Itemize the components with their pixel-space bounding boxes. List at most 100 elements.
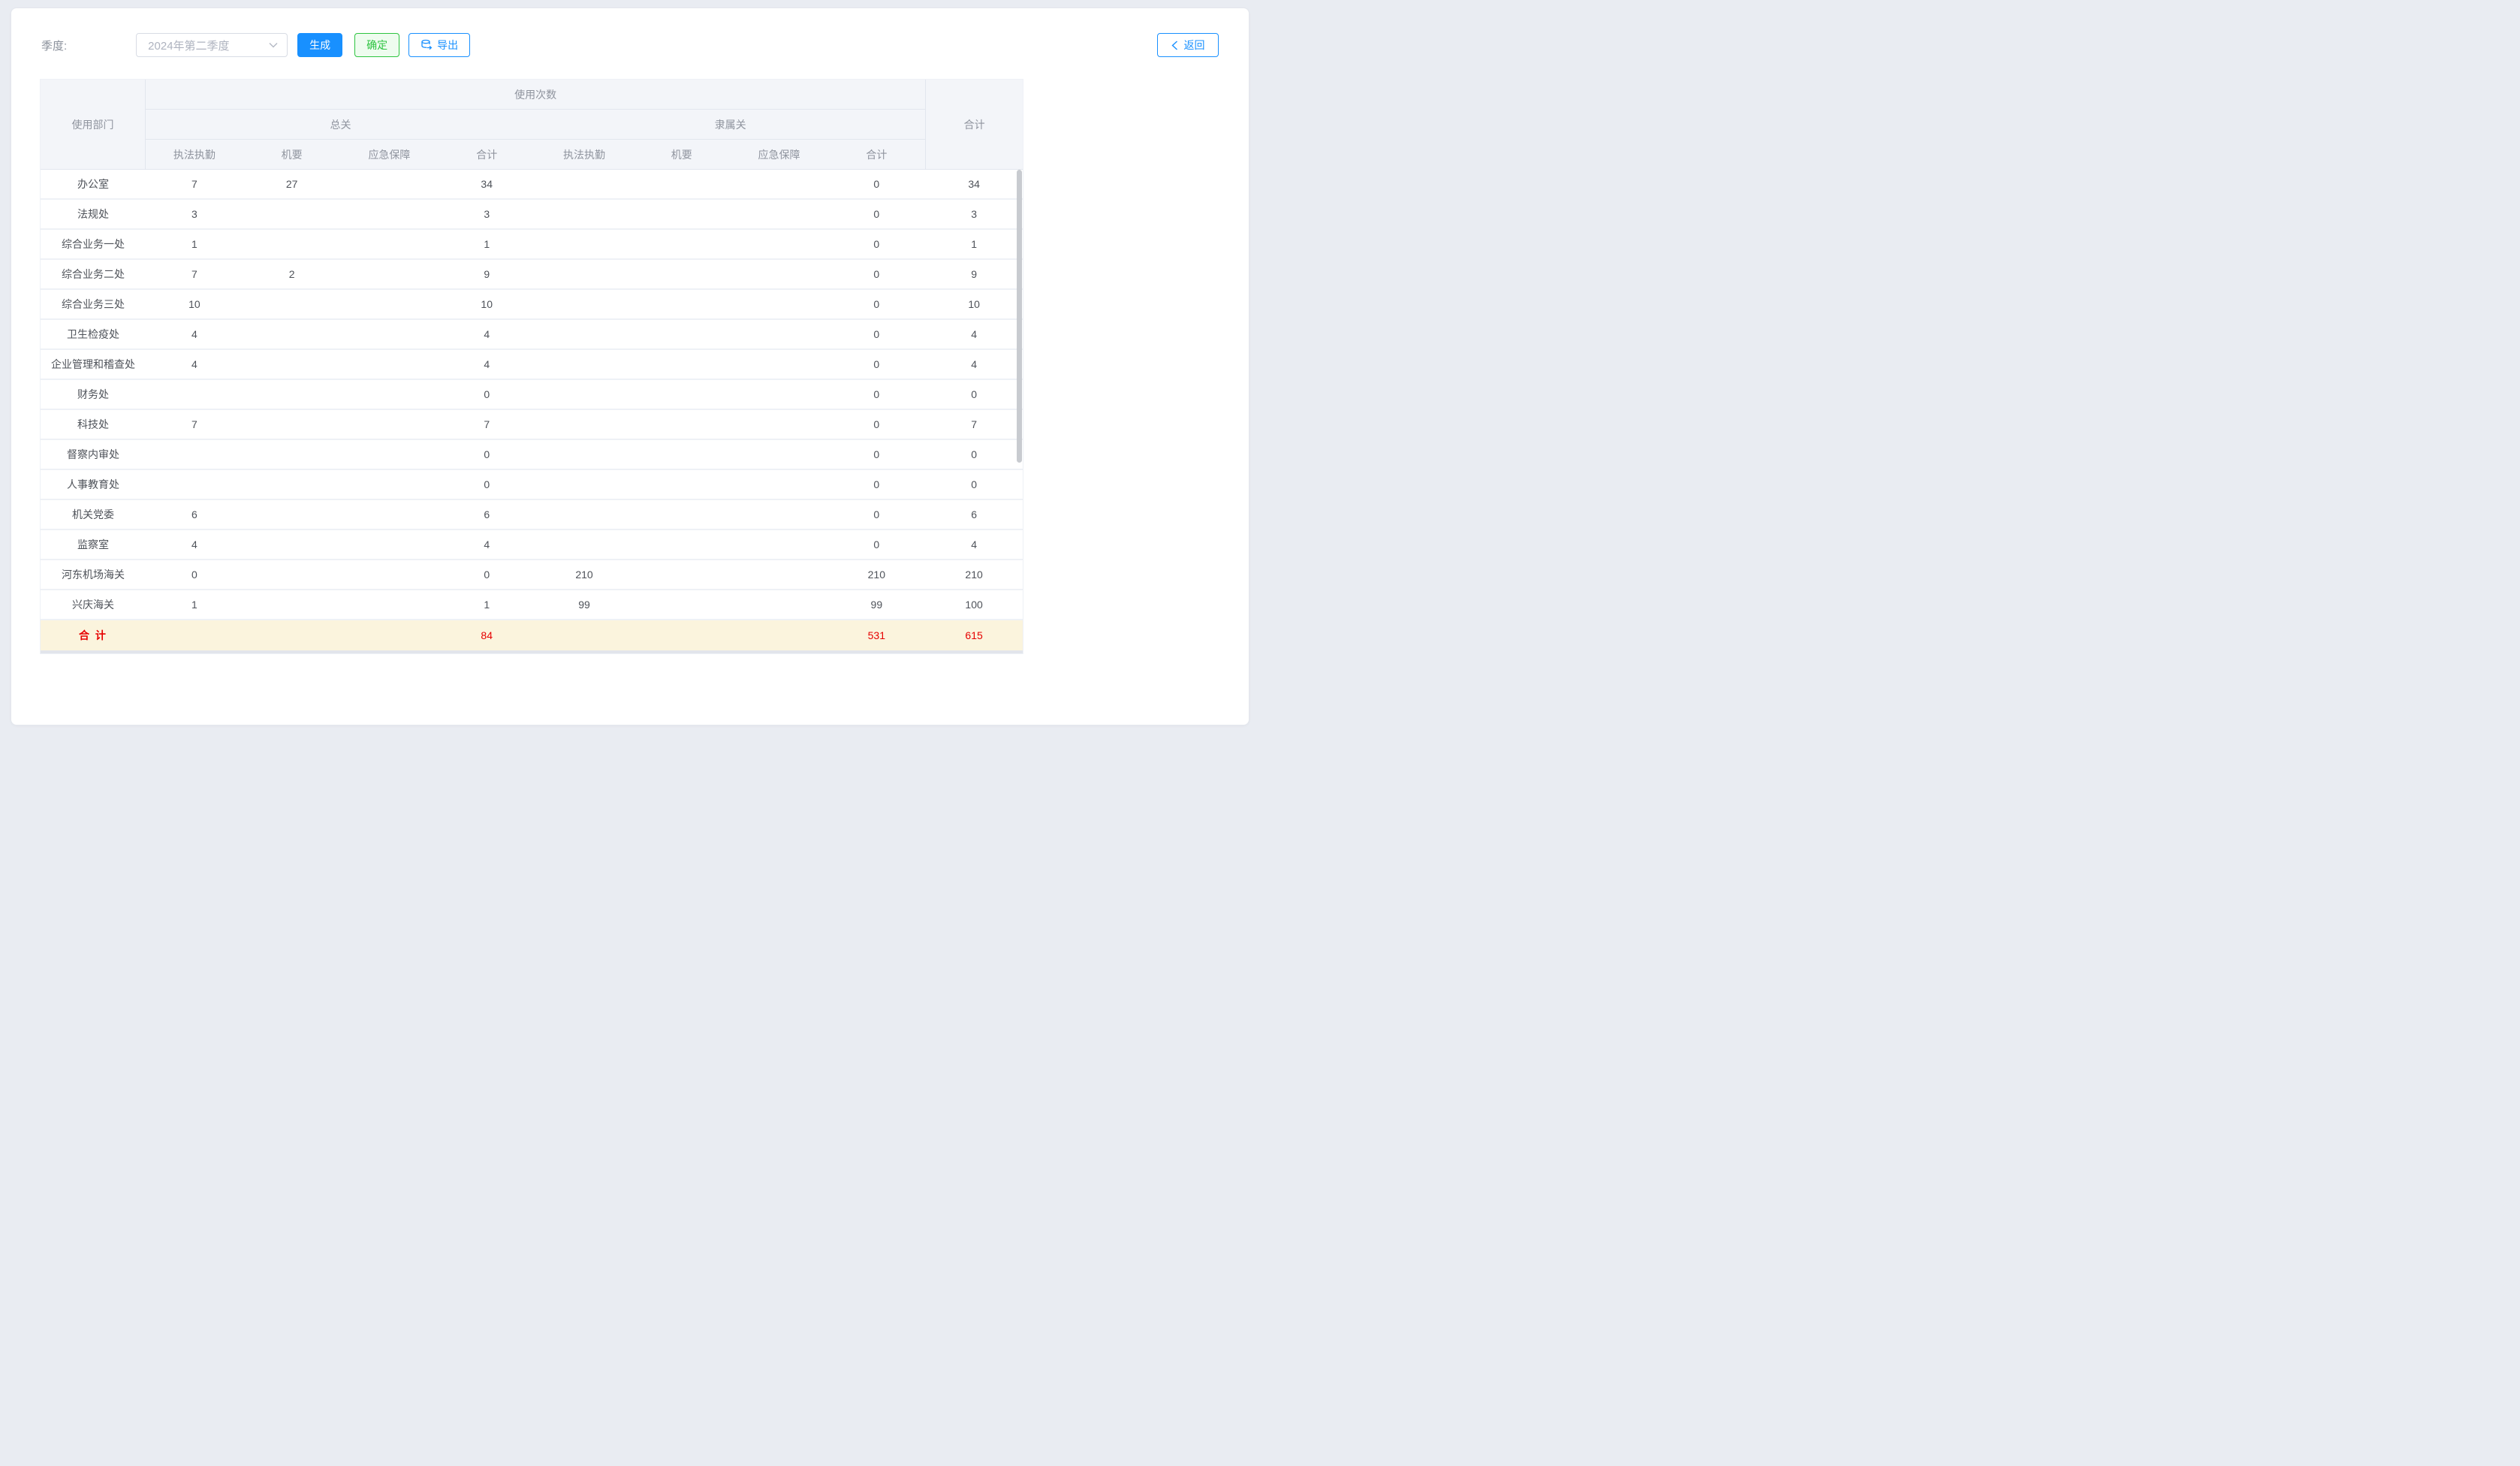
value-cell: 0 [925,440,1023,469]
value-cell [341,260,439,288]
value-cell: 1 [438,590,535,619]
header-group-sub: 隶属关 [535,110,925,140]
value-cell [146,440,243,469]
value-cell [535,200,633,228]
value-cell: 7 [146,170,243,198]
value-cell [633,350,731,379]
value-cell: 0 [438,470,535,499]
header-sub-total: 合计 [827,140,925,169]
value-cell [341,380,439,409]
value-cell: 0 [827,320,925,348]
back-button[interactable]: 返回 [1157,33,1219,57]
value-cell: 0 [827,350,925,379]
value-cell: 7 [438,410,535,439]
value-cell: 10 [925,290,1023,318]
value-cell [731,590,828,619]
dept-cell: 综合业务三处 [41,290,146,318]
table-row: 机关党委6606 [41,500,1023,530]
quarter-select[interactable]: 2024年第二季度 [136,33,288,57]
value-cell [341,440,439,469]
value-cell [243,530,341,559]
value-cell [731,560,828,589]
dept-cell: 监察室 [41,530,146,559]
header-sub-law: 执法执勤 [535,140,633,169]
table-row: 办公室72734034 [41,170,1023,200]
table-row: 企业管理和稽查处4404 [41,350,1023,380]
value-cell: 0 [827,380,925,409]
value-cell: 3 [438,200,535,228]
value-cell [535,380,633,409]
export-button[interactable]: 导出 [408,33,470,57]
value-cell: 6 [146,500,243,529]
dept-cell: 人事教育处 [41,470,146,499]
table-row: 卫生检疫处4404 [41,320,1023,350]
value-cell: 9 [925,260,1023,288]
value-cell [633,500,731,529]
dept-cell: 办公室 [41,170,146,198]
value-cell: 210 [925,560,1023,589]
generate-button[interactable]: 生成 [297,33,342,57]
value-cell: 4 [438,530,535,559]
value-cell [243,290,341,318]
dept-cell: 综合业务一处 [41,230,146,258]
value-cell: 4 [925,350,1023,379]
table-row: 科技处7707 [41,410,1023,440]
value-cell [341,560,439,589]
table-header: 使用部门 使用次数 总关 隶属关 执法执勤 机要 应急保障 合计 执法执勤 机要… [41,80,1023,170]
value-cell [535,230,633,258]
table-row: 综合业务三处1010010 [41,290,1023,320]
value-cell: 0 [827,500,925,529]
value-cell: 0 [827,440,925,469]
dept-cell: 科技处 [41,410,146,439]
value-cell: 3 [925,200,1023,228]
value-cell [633,530,731,559]
horizontal-scrollbar-track[interactable] [41,650,1023,653]
value-cell [731,440,828,469]
value-cell: 0 [827,170,925,198]
value-cell [633,440,731,469]
value-cell [243,440,341,469]
header-dept: 使用部门 [41,80,146,169]
vertical-scrollbar-thumb[interactable] [1017,170,1022,463]
dept-cell: 企业管理和稽查处 [41,350,146,379]
table-row: 督察内审处000 [41,440,1023,470]
value-cell [731,200,828,228]
value-cell [341,290,439,318]
usage-table: 使用部门 使用次数 总关 隶属关 执法执勤 机要 应急保障 合计 执法执勤 机要… [40,79,1023,654]
value-cell: 4 [146,530,243,559]
table-body: 办公室72734034法规处3303综合业务一处1101综合业务二处72909综… [41,170,1023,650]
value-cell: 0 [146,560,243,589]
value-cell [633,560,731,589]
value-cell: 0 [827,530,925,559]
value-cell: 1 [438,230,535,258]
value-cell [341,350,439,379]
value-cell: 0 [438,440,535,469]
value-cell [341,320,439,348]
value-cell: 0 [827,470,925,499]
value-cell: 210 [535,560,633,589]
value-cell [535,530,633,559]
value-cell [535,620,633,650]
header-hq-emerg: 应急保障 [341,140,439,169]
value-cell [243,560,341,589]
value-cell [731,320,828,348]
value-cell [341,410,439,439]
value-cell [535,260,633,288]
value-cell [243,320,341,348]
value-cell: 84 [438,620,535,650]
value-cell [535,440,633,469]
value-cell: 531 [827,620,925,650]
value-cell [243,350,341,379]
value-cell: 100 [925,590,1023,619]
value-cell [731,470,828,499]
value-cell [633,200,731,228]
table-row: 人事教育处000 [41,470,1023,500]
value-cell [243,470,341,499]
value-cell: 7 [925,410,1023,439]
value-cell [535,500,633,529]
value-cell [633,410,731,439]
value-cell: 7 [146,260,243,288]
table-row: 综合业务二处72909 [41,260,1023,290]
confirm-button[interactable]: 确定 [354,33,399,57]
value-cell: 99 [827,590,925,619]
